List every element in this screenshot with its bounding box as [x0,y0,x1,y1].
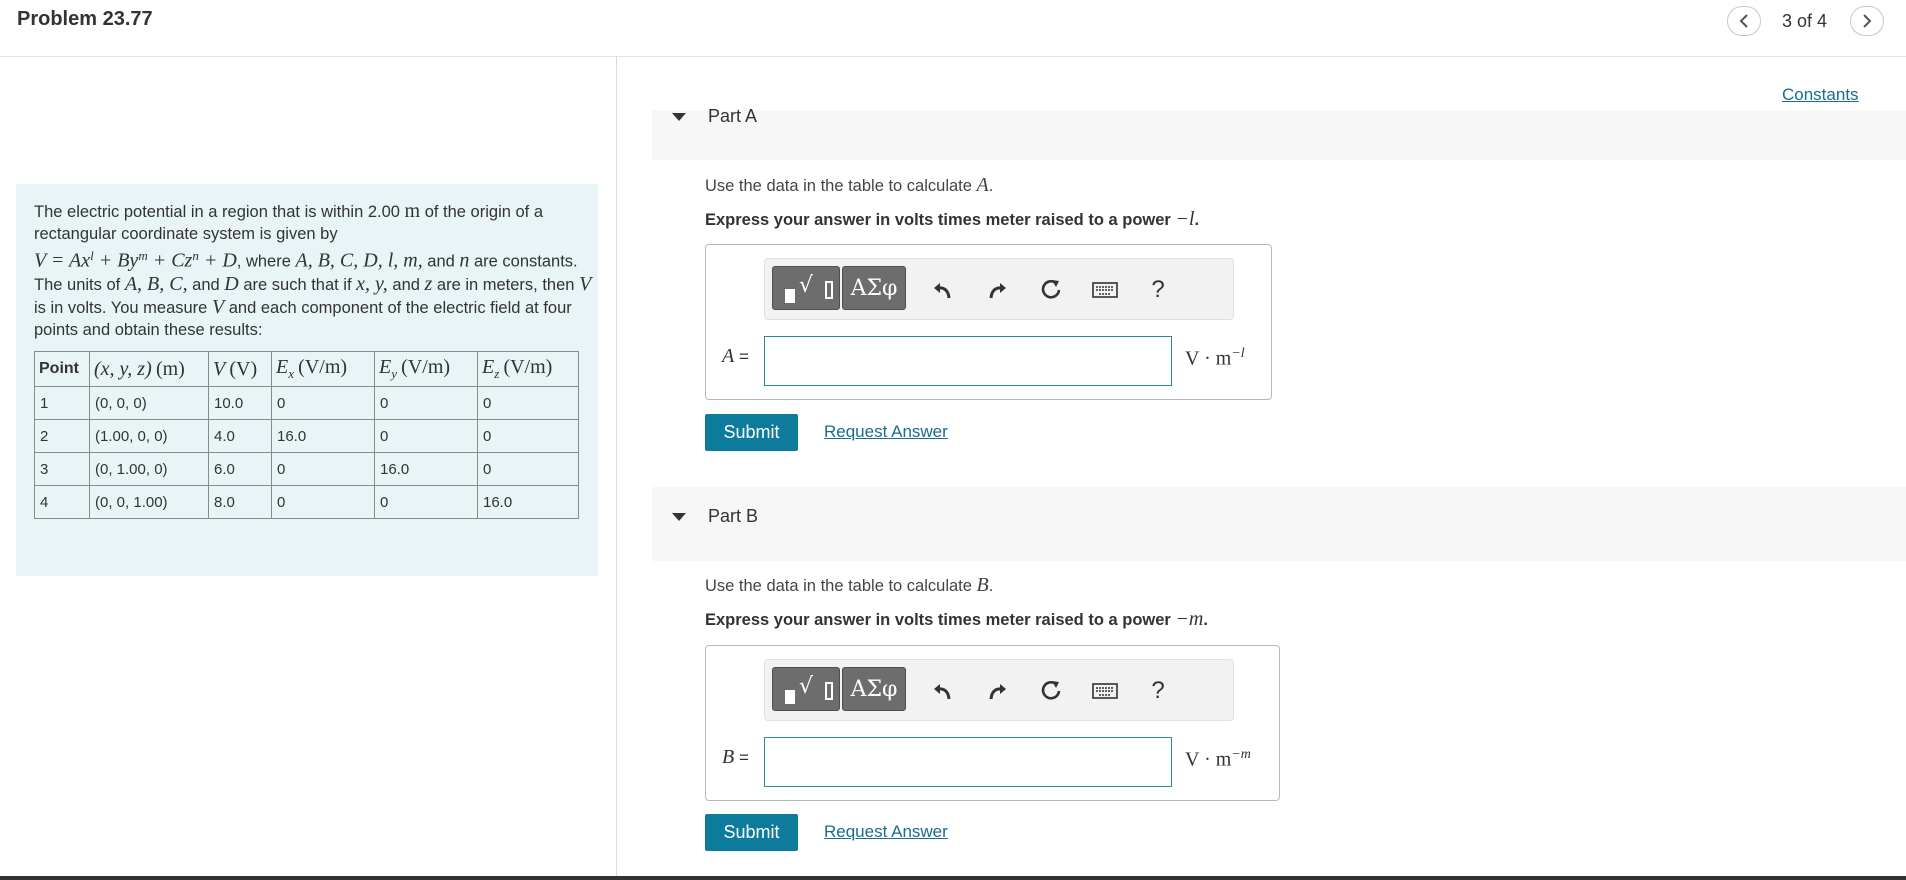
page-title: Problem 23.77 [17,8,153,30]
templates-button[interactable]: √ [772,266,840,310]
undo-icon [934,684,951,700]
undo-button[interactable] [928,674,958,708]
part-b-header[interactable]: Part B [652,487,1906,561]
undo-icon [934,283,951,299]
table-row: 2 (1.00, 0, 0) 4.0 16.0 0 0 [34,419,579,453]
part-a-submit-button[interactable]: Submit [705,414,798,451]
math-toolbar: √ ΑΣφ ? [764,659,1234,721]
part-a-answer-box: √ ΑΣφ ? A = V · m−l [705,244,1272,400]
table-header-position: (x, y, z) (m) [89,351,209,387]
table-row: 3 (0, 1.00, 0) 6.0 0 16.0 0 [34,452,579,486]
reset-icon [1041,681,1061,700]
undo-button[interactable] [928,273,958,307]
keyboard-shortcuts-button[interactable] [1090,674,1120,708]
chevron-left-icon [1739,14,1748,28]
part-a-variable-label: A = [722,345,749,367]
keyboard-icon [1092,683,1118,699]
redo-button[interactable] [982,674,1012,708]
problem-statement-box: The electric potential in a region that … [16,184,598,576]
table-header-point: Point [34,351,90,387]
part-b-instruction: Use the data in the table to calculate B… [705,574,994,596]
previous-problem-button[interactable] [1727,6,1761,36]
part-a-instruction: Use the data in the table to calculate A… [705,174,994,196]
redo-icon [989,283,1006,299]
chevron-right-icon [1863,14,1872,28]
part-a-request-answer-link[interactable]: Request Answer [824,422,948,442]
templates-button[interactable]: √ [772,667,840,711]
table-header-ez: Ez (V/m) [477,351,579,387]
keyboard-icon [1092,282,1118,298]
part-b-answer-box: √ ΑΣφ ? B = V · m−m [705,645,1280,801]
part-b-submit-button[interactable]: Submit [705,814,798,851]
constants-link[interactable]: Constants [1782,85,1859,105]
caret-down-icon [672,513,686,521]
table-header-potential: V (V) [208,351,272,387]
measurement-table: Point (x, y, z) (m) V (V) Ex (V/m) Ey (V… [34,351,579,519]
table-row: 4 (0, 0, 1.00) 8.0 0 0 16.0 [34,485,579,519]
part-a-title: Part A [708,106,758,126]
greek-symbols-button[interactable]: ΑΣφ [842,266,906,310]
reset-button[interactable] [1036,273,1066,307]
caret-down-icon [672,113,686,121]
reset-icon [1041,280,1061,299]
part-a-answer-input[interactable] [764,336,1172,386]
problem-text: The electric potential in a region that … [34,200,592,339]
part-b-express: Express your answer in volts times meter… [705,608,1208,630]
table-header-row: Point (x, y, z) (m) V (V) Ex (V/m) Ey (V… [34,351,579,387]
part-a-header[interactable]: Part A [652,106,1906,160]
keyboard-shortcuts-button[interactable] [1090,273,1120,307]
part-b-title: Part B [708,506,759,526]
table-header-ey: Ey (V/m) [374,351,478,387]
greek-symbols-button[interactable]: ΑΣφ [842,667,906,711]
part-b-variable-label: B = [722,746,749,768]
help-button[interactable]: ? [1143,273,1173,307]
next-problem-button[interactable] [1850,6,1884,36]
math-toolbar: √ ΑΣφ ? [764,258,1234,320]
part-a-express: Express your answer in volts times meter… [705,208,1200,230]
pane-divider [616,56,617,880]
table-header-ex: Ex (V/m) [271,351,375,387]
reset-button[interactable] [1036,674,1066,708]
bottom-edge [0,876,1906,880]
table-row: 1 (0, 0, 0) 10.0 0 0 0 [34,386,579,420]
problem-counter: 3 of 4 [1782,11,1828,31]
part-b-request-answer-link[interactable]: Request Answer [824,822,948,842]
part-b-unit: V · m−m [1185,747,1251,771]
part-b-answer-input[interactable] [764,737,1172,787]
redo-icon [989,684,1006,700]
help-button[interactable]: ? [1143,674,1173,708]
redo-button[interactable] [982,273,1012,307]
header-bar: Problem 23.77 3 of 4 [0,0,1906,57]
part-a-unit: V · m−l [1185,346,1245,370]
